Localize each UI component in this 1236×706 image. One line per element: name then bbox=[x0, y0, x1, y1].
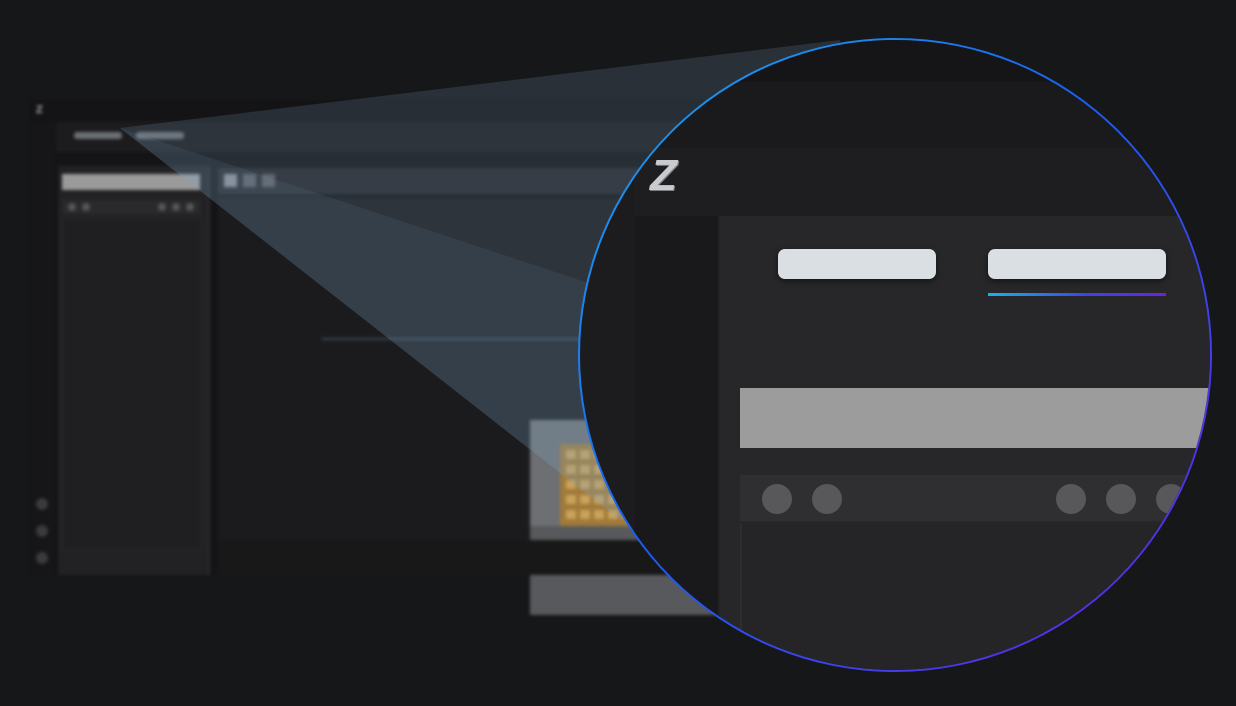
zoom-search-bar[interactable] bbox=[740, 388, 1210, 448]
zoom-toolbar-circle-icon[interactable] bbox=[762, 484, 792, 514]
zoom-left-rail bbox=[634, 216, 720, 670]
zoom-header-strip bbox=[634, 148, 1210, 216]
zoom-tab-1[interactable] bbox=[778, 249, 936, 279]
zoom-icon-bar bbox=[740, 475, 1210, 521]
active-tab-underline bbox=[988, 293, 1166, 296]
magnifier-lens: Z bbox=[578, 38, 1212, 672]
zoom-app-logo-icon: Z bbox=[650, 151, 677, 200]
zoom-toolbar-circle-icon[interactable] bbox=[1106, 484, 1136, 514]
magnifier-content: Z bbox=[580, 40, 1210, 670]
zoom-toolbar-circle-icon[interactable] bbox=[812, 484, 842, 514]
screenshot-stage: Z Z bbox=[0, 0, 1236, 706]
zoom-toolbar-circle-icon[interactable] bbox=[1156, 484, 1186, 514]
zoom-list-area bbox=[740, 523, 1210, 670]
zoom-toolbar-circle-icon[interactable] bbox=[1056, 484, 1086, 514]
zoom-tab-2[interactable] bbox=[988, 249, 1166, 279]
zoom-header bbox=[580, 82, 1210, 148]
zoom-titlebar bbox=[580, 40, 1210, 82]
